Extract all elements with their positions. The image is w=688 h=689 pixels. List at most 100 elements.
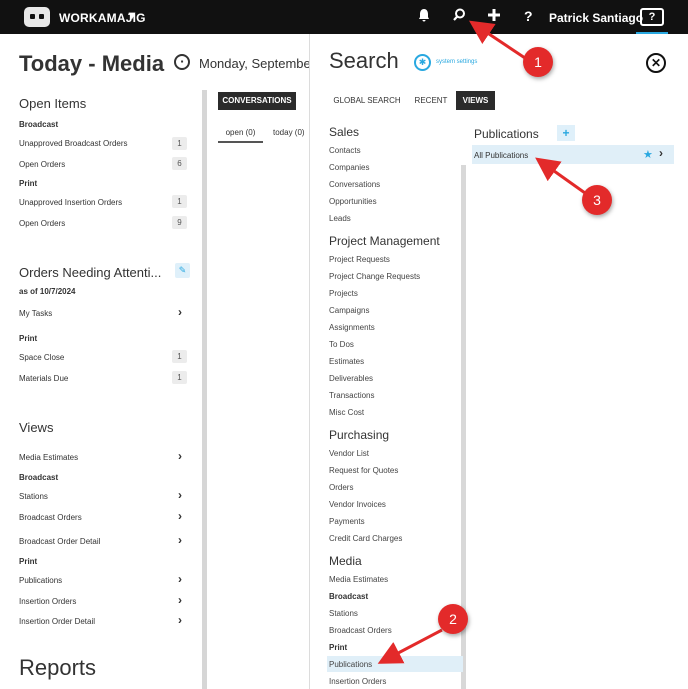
tab-recent[interactable]: RECENT	[411, 91, 451, 110]
chevron-right-icon[interactable]: ›	[178, 488, 182, 502]
workamajig-logo[interactable]	[24, 7, 50, 27]
attention-row[interactable]: Space Close	[19, 353, 64, 362]
print-subheading: Print	[19, 334, 38, 343]
category-item[interactable]: Stations	[329, 609, 358, 618]
question-icon[interactable]: ?	[524, 8, 533, 24]
help-button[interactable]: ?	[640, 8, 664, 26]
callout-badge: 1	[523, 47, 553, 77]
category-item[interactable]: Request for Quotes	[329, 466, 398, 475]
star-icon[interactable]: ★	[643, 148, 653, 161]
edit-pencil-icon[interactable]: ✎	[175, 263, 190, 278]
category-item[interactable]: Payments	[329, 517, 365, 526]
chevron-right-icon[interactable]: ›	[178, 593, 182, 607]
category-item[interactable]: Projects	[329, 289, 358, 298]
calendar-icon[interactable]: ▪	[174, 54, 190, 70]
count-badge: 1	[172, 371, 187, 384]
logo-eye	[39, 14, 44, 19]
view-row[interactable]: Insertion Order Detail	[19, 617, 95, 626]
category-heading-media: Media	[329, 554, 362, 568]
category-item[interactable]: Project Change Requests	[329, 272, 420, 281]
category-item[interactable]: Opportunities	[329, 197, 377, 206]
category-item[interactable]: Insertion Orders	[329, 677, 386, 686]
date-selector[interactable]: Monday, September	[199, 56, 315, 71]
views-heading: Views	[19, 420, 54, 435]
my-tasks-row[interactable]: My Tasks	[19, 309, 52, 318]
chevron-right-icon[interactable]: ›	[178, 613, 182, 627]
view-row[interactable]: Broadcast Order Detail	[19, 537, 100, 546]
plus-icon[interactable]	[488, 8, 500, 25]
count-badge: 1	[172, 195, 187, 208]
open-item-row[interactable]: Open Orders	[19, 219, 65, 228]
category-item[interactable]: Vendor Invoices	[329, 500, 386, 509]
as-of-date: as of 10/7/2024	[19, 287, 76, 296]
chevron-right-icon[interactable]: ›	[178, 533, 182, 547]
system-settings-link[interactable]: system settings	[436, 59, 477, 65]
category-item[interactable]: Misc Cost	[329, 408, 364, 417]
chevron-right-icon[interactable]: ›	[178, 509, 182, 523]
results-heading: Publications	[474, 127, 539, 141]
count-badge: 9	[172, 216, 187, 229]
conversations-tab[interactable]: CONVERSATIONS	[218, 92, 296, 110]
category-item[interactable]: To Dos	[329, 340, 354, 349]
category-item[interactable]: Conversations	[329, 180, 380, 189]
category-heading-sales: Sales	[329, 125, 360, 139]
tab-global-search[interactable]: GLOBAL SEARCH	[331, 91, 403, 110]
category-item[interactable]: Broadcast Orders	[329, 626, 392, 635]
callout-badge: 3	[582, 185, 612, 215]
chevron-right-icon[interactable]: ›	[178, 305, 182, 319]
add-view-button[interactable]: +	[557, 125, 575, 141]
category-item[interactable]: Project Requests	[329, 255, 390, 264]
broadcast-subheading: Broadcast	[329, 592, 369, 601]
view-row[interactable]: Broadcast Orders	[19, 513, 82, 522]
left-scrollbar[interactable]	[202, 90, 207, 689]
category-item[interactable]: Transactions	[329, 391, 375, 400]
open-item-row[interactable]: Unapproved Broadcast Orders	[19, 139, 128, 148]
today-tab[interactable]: today (0)	[273, 128, 305, 137]
tab-views[interactable]: VIEWS	[456, 91, 495, 110]
gear-icon[interactable]: ✱	[414, 54, 431, 71]
category-item[interactable]: Estimates	[329, 357, 364, 366]
page-title: Today - Media	[19, 51, 165, 76]
result-label[interactable]: All Publications	[474, 151, 528, 160]
category-item[interactable]: Assignments	[329, 323, 375, 332]
open-tab[interactable]: open (0)	[218, 128, 263, 143]
top-bar: WORKAMAJIG ▾ ? Patrick Santiago ?	[0, 0, 688, 34]
reports-heading: Reports	[19, 655, 97, 680]
count-badge: 6	[172, 157, 187, 170]
open-item-row[interactable]: Unapproved Insertion Orders	[19, 198, 122, 207]
category-item[interactable]: Leads	[329, 214, 351, 223]
view-row[interactable]: Insertion Orders	[19, 597, 76, 606]
chevron-right-icon[interactable]: ›	[178, 572, 182, 586]
print-subheading: Print	[329, 643, 348, 652]
chevron-right-icon[interactable]: ›	[178, 449, 182, 463]
bell-icon[interactable]	[418, 8, 430, 25]
open-items-heading: Open Items	[19, 96, 87, 111]
category-item[interactable]: Credit Card Charges	[329, 534, 402, 543]
category-item[interactable]: Campaigns	[329, 306, 369, 315]
category-heading-project-management: Project Management	[329, 234, 440, 248]
count-badge: 1	[172, 137, 187, 150]
category-item[interactable]: Orders	[329, 483, 353, 492]
open-item-row[interactable]: Open Orders	[19, 160, 65, 169]
view-row[interactable]: Media Estimates	[19, 453, 78, 462]
view-row[interactable]: Publications	[19, 576, 62, 585]
print-subheading: Print	[19, 557, 38, 566]
category-item[interactable]: Contacts	[329, 146, 361, 155]
category-item-publications[interactable]: Publications	[329, 660, 372, 669]
category-item[interactable]: Media Estimates	[329, 575, 388, 584]
search-icon[interactable]	[453, 8, 466, 25]
print-subheading: Print	[19, 179, 38, 188]
category-item[interactable]: Vendor List	[329, 449, 369, 458]
broadcast-subheading: Broadcast	[19, 473, 59, 482]
attention-row[interactable]: Materials Due	[19, 374, 68, 383]
category-item[interactable]: Deliverables	[329, 374, 373, 383]
chevron-right-icon[interactable]: ›	[659, 146, 663, 160]
app-menu-chevron-icon[interactable]: ▾	[129, 8, 135, 22]
user-name[interactable]: Patrick Santiago	[549, 11, 643, 25]
callout-badge: 2	[438, 604, 468, 634]
count-badge: 1	[172, 350, 187, 363]
view-row[interactable]: Stations	[19, 492, 48, 501]
close-icon[interactable]: ✕	[646, 53, 666, 73]
orders-needing-heading: Orders Needing Attenti...	[19, 265, 162, 280]
category-item[interactable]: Companies	[329, 163, 369, 172]
